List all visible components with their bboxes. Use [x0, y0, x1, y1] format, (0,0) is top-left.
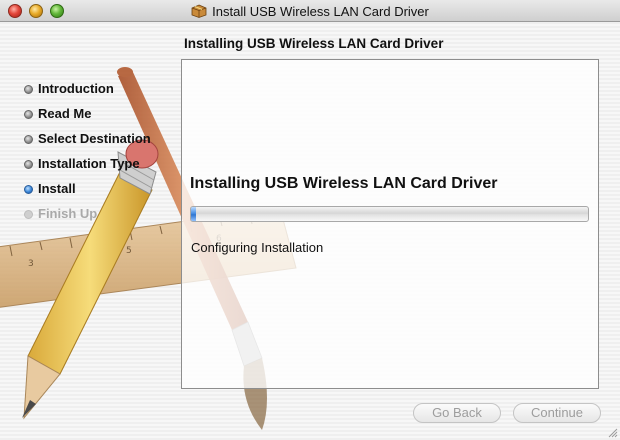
step-label: Select Destination: [38, 131, 151, 146]
step-installation-type: Installation Type: [24, 156, 151, 181]
package-icon: [191, 4, 207, 18]
page-title: Installing USB Wireless LAN Card Driver: [184, 36, 444, 51]
window-title-group: Install USB Wireless LAN Card Driver: [0, 3, 620, 21]
step-label: Finish Up: [38, 206, 98, 221]
step-select-destination: Select Destination: [24, 131, 151, 156]
step-read-me: Read Me: [24, 106, 151, 131]
step-bullet-disabled-icon: [24, 210, 33, 219]
svg-text:3: 3: [28, 259, 34, 269]
step-bullet-icon: [24, 110, 33, 119]
continue-button[interactable]: Continue: [513, 403, 601, 423]
window-title: Install USB Wireless LAN Card Driver: [212, 4, 429, 19]
step-label: Install: [38, 181, 76, 196]
step-label: Read Me: [38, 106, 92, 121]
svg-text:5: 5: [126, 246, 132, 256]
step-bullet-icon: [24, 85, 33, 94]
progress-fill: [191, 207, 196, 221]
content-panel: Installing USB Wireless LAN Card Driver …: [181, 59, 599, 389]
install-heading: Installing USB Wireless LAN Card Driver: [190, 175, 498, 192]
go-back-button[interactable]: Go Back: [413, 403, 501, 423]
status-text: Configuring Installation: [191, 240, 324, 255]
step-bullet-icon: [24, 135, 33, 144]
installer-window: Install USB Wireless LAN Card Driver 3 5…: [0, 0, 620, 440]
resize-grip-icon[interactable]: [606, 426, 618, 438]
progress-bar: [190, 206, 589, 222]
installer-steps: Introduction Read Me Select Destination …: [24, 81, 151, 231]
step-introduction: Introduction: [24, 81, 151, 106]
title-bar[interactable]: Install USB Wireless LAN Card Driver: [0, 0, 620, 22]
step-bullet-active-icon: [24, 185, 33, 194]
step-finish-up: Finish Up: [24, 206, 151, 231]
step-install: Install: [24, 181, 151, 206]
step-label: Introduction: [38, 81, 114, 96]
step-bullet-icon: [24, 160, 33, 169]
step-label: Installation Type: [38, 156, 140, 171]
